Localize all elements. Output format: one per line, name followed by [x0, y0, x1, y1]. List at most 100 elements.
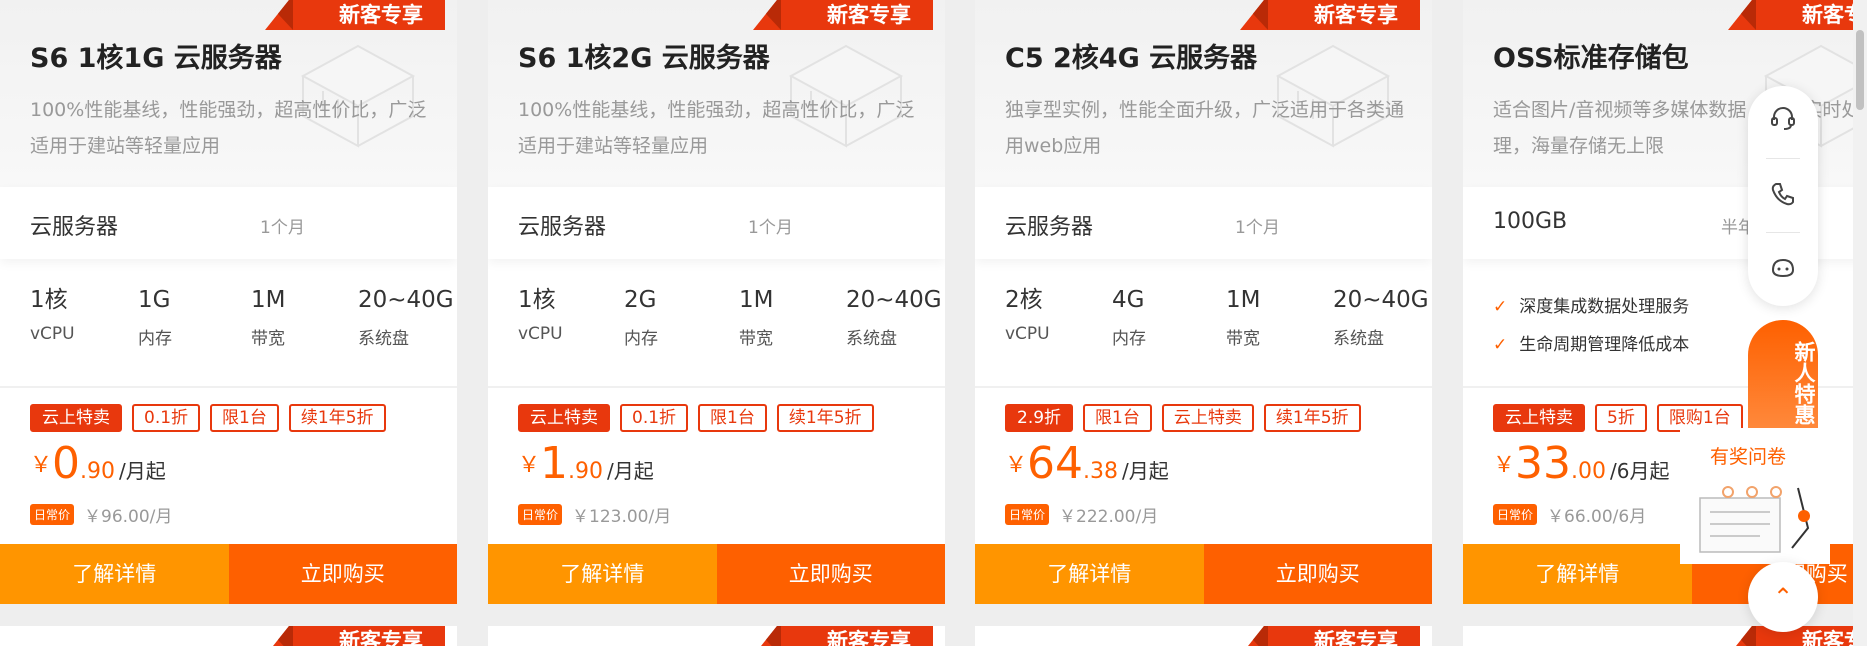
new-customer-badge: 新客专享 — [265, 0, 445, 30]
metric-bandwidth: 1M 带宽 — [1226, 287, 1261, 349]
learn-more-button[interactable]: 了解详情 — [488, 544, 717, 604]
tag-list: 2.9折 限1台 云上特卖 续1年5折 — [1005, 404, 1361, 432]
feature-item: ✓ 生命周期管理降低成本 — [1493, 335, 1690, 355]
learn-more-button[interactable]: 了解详情 — [1463, 544, 1692, 604]
price: ￥0.90/月起 — [30, 438, 166, 489]
page-scrollbar[interactable] — [1853, 0, 1867, 646]
tag: 续1年5折 — [288, 404, 386, 432]
metric-cpu: 1核 vCPU — [30, 287, 75, 344]
new-customer-badge: 新客专享 — [265, 626, 445, 646]
tag-list: 云上特卖 0.1折 限1台 续1年5折 — [518, 404, 874, 432]
spec-row: 云服务器 1个月 — [0, 187, 457, 259]
tag: 限1台 — [1083, 404, 1152, 432]
metric-disk: 20~40G 系统盘 — [1333, 287, 1429, 349]
card-actions: 了解详情 立即购买 — [488, 544, 945, 604]
new-user-promo[interactable]: 新人特惠 — [1748, 320, 1818, 432]
new-customer-badge: 新客专享 — [1728, 0, 1867, 30]
metrics: 1核 vCPU 1G 内存 1M 带宽 20~40G 系统盘 — [0, 280, 457, 380]
metric-memory: 4G 内存 — [1112, 287, 1146, 349]
spec-period: 1个月 — [1235, 218, 1280, 238]
buy-now-button[interactable]: 立即购买 — [1203, 544, 1432, 604]
new-customer-badge: 新客专享 — [1728, 626, 1867, 646]
floating-contact-bar — [1748, 86, 1818, 306]
product-card-next-4: 新客专享 — [1463, 626, 1867, 646]
spec-row: 云服务器 1个月 — [488, 187, 945, 259]
original-price: 日常价 ￥123.00/月 — [518, 502, 671, 527]
new-customer-badge: 新客专享 — [1240, 0, 1420, 30]
product-card-next-2: 新客专享 — [488, 626, 945, 646]
tag: 5折 — [1595, 404, 1647, 432]
card-actions: 了解详情 立即购买 — [975, 544, 1432, 604]
card-title: S6 1核1G 云服务器 — [30, 43, 282, 74]
metrics: 2核 vCPU 4G 内存 1M 带宽 20~40G 系统盘 — [975, 280, 1432, 380]
metric-disk: 20~40G 系统盘 — [358, 287, 454, 349]
metric-disk: 20~40G 系统盘 — [846, 287, 942, 349]
feature-item: ✓ 深度集成数据处理服务 — [1493, 297, 1690, 317]
price: ￥1.90/月起 — [518, 438, 654, 489]
tag: 云上特卖 — [1493, 404, 1585, 432]
card-title: S6 1核2G 云服务器 — [518, 43, 770, 74]
separator — [1766, 158, 1800, 159]
metrics: 1核 vCPU 2G 内存 1M 带宽 20~40G 系统盘 — [488, 280, 945, 380]
separator — [1766, 232, 1800, 233]
card-description: 100%性能基线，性能强劲，超高性价比，广泛适用于建站等轻量应用 — [518, 99, 915, 157]
learn-more-button[interactable]: 了解详情 — [975, 544, 1204, 604]
spec-name: 云服务器 — [30, 215, 119, 240]
original-price: 日常价 ￥66.00/6月 — [1493, 502, 1646, 527]
check-icon: ✓ — [1493, 297, 1508, 317]
spec-name: 云服务器 — [1005, 215, 1094, 240]
new-customer-badge: 新客专享 — [753, 626, 933, 646]
tag-list: 云上特卖 0.1折 限1台 续1年5折 — [30, 404, 386, 432]
customer-service-icon[interactable] — [1769, 104, 1797, 132]
phone-icon[interactable] — [1769, 180, 1797, 208]
tag: 2.9折 — [1005, 404, 1074, 432]
tag: 0.1折 — [132, 404, 201, 432]
metric-bandwidth: 1M 带宽 — [739, 287, 774, 349]
metric-bandwidth: 1M 带宽 — [251, 287, 286, 349]
divider — [0, 386, 457, 388]
card-title: C5 2核4G 云服务器 — [1005, 43, 1258, 74]
card-actions: 了解详情 立即购买 — [0, 544, 457, 604]
tag: 云上特卖 — [1161, 404, 1254, 432]
tag: 云上特卖 — [30, 404, 122, 432]
card-description: 100%性能基线，性能强劲，超高性价比，广泛适用于建站等轻量应用 — [30, 99, 427, 157]
product-card-2: 新客专享 S6 1核2G 云服务器 100%性能基线，性能强劲，超高性价比，广泛… — [488, 0, 945, 604]
new-customer-badge: 新客专享 — [753, 0, 933, 30]
tag: 限1台 — [210, 404, 279, 432]
product-card-next-1: 新客专享 — [0, 626, 457, 646]
survey-widget[interactable]: 有奖问卷 — [1680, 428, 1830, 564]
metric-cpu: 1核 vCPU — [518, 287, 563, 344]
price: ￥64.38/月起 — [1005, 438, 1169, 489]
product-card-next-3: 新客专享 — [975, 626, 1432, 646]
original-price: 日常价 ￥96.00/月 — [30, 502, 172, 527]
tag: 0.1折 — [620, 404, 689, 432]
metric-memory: 2G 内存 — [624, 287, 658, 349]
card-description: 独享型实例，性能全面升级，广泛适用于各类通用web应用 — [1005, 99, 1405, 157]
spec-period: 1个月 — [748, 218, 793, 238]
divider — [975, 386, 1432, 388]
spec-name: 云服务器 — [518, 215, 607, 240]
product-card-3: 新客专享 C5 2核4G 云服务器 独享型实例，性能全面升级，广泛适用于各类通用… — [975, 0, 1432, 604]
buy-now-button[interactable]: 立即购买 — [716, 544, 945, 604]
spec-name: 100GB — [1493, 209, 1568, 234]
tag: 续1年5折 — [776, 404, 874, 432]
tag: 续1年5折 — [1263, 404, 1361, 432]
spec-period: 1个月 — [260, 218, 305, 238]
tag: 限1台 — [698, 404, 767, 432]
buy-now-button[interactable]: 立即购买 — [228, 544, 457, 604]
price: ￥33.00/6月起 — [1493, 438, 1670, 489]
new-customer-badge: 新客专享 — [1240, 626, 1420, 646]
learn-more-button[interactable]: 了解详情 — [0, 544, 229, 604]
metric-memory: 1G 内存 — [138, 287, 172, 349]
tag: 云上特卖 — [518, 404, 610, 432]
chat-bot-icon[interactable] — [1769, 254, 1797, 282]
back-to-top-button[interactable]: ⌃ — [1748, 562, 1818, 632]
product-card-1: 新客专享 S6 1核1G 云服务器 100%性能基线，性能强劲，超高性价比，广泛… — [0, 0, 457, 604]
scrollbar-thumb[interactable] — [1856, 30, 1864, 110]
original-price: 日常价 ￥222.00/月 — [1005, 502, 1158, 527]
card-title: OSS标准存储包 — [1493, 43, 1689, 74]
spec-row: 云服务器 1个月 — [975, 187, 1432, 259]
divider — [488, 386, 945, 388]
check-icon: ✓ — [1493, 335, 1508, 355]
survey-title: 有奖问卷 — [1710, 446, 1787, 468]
